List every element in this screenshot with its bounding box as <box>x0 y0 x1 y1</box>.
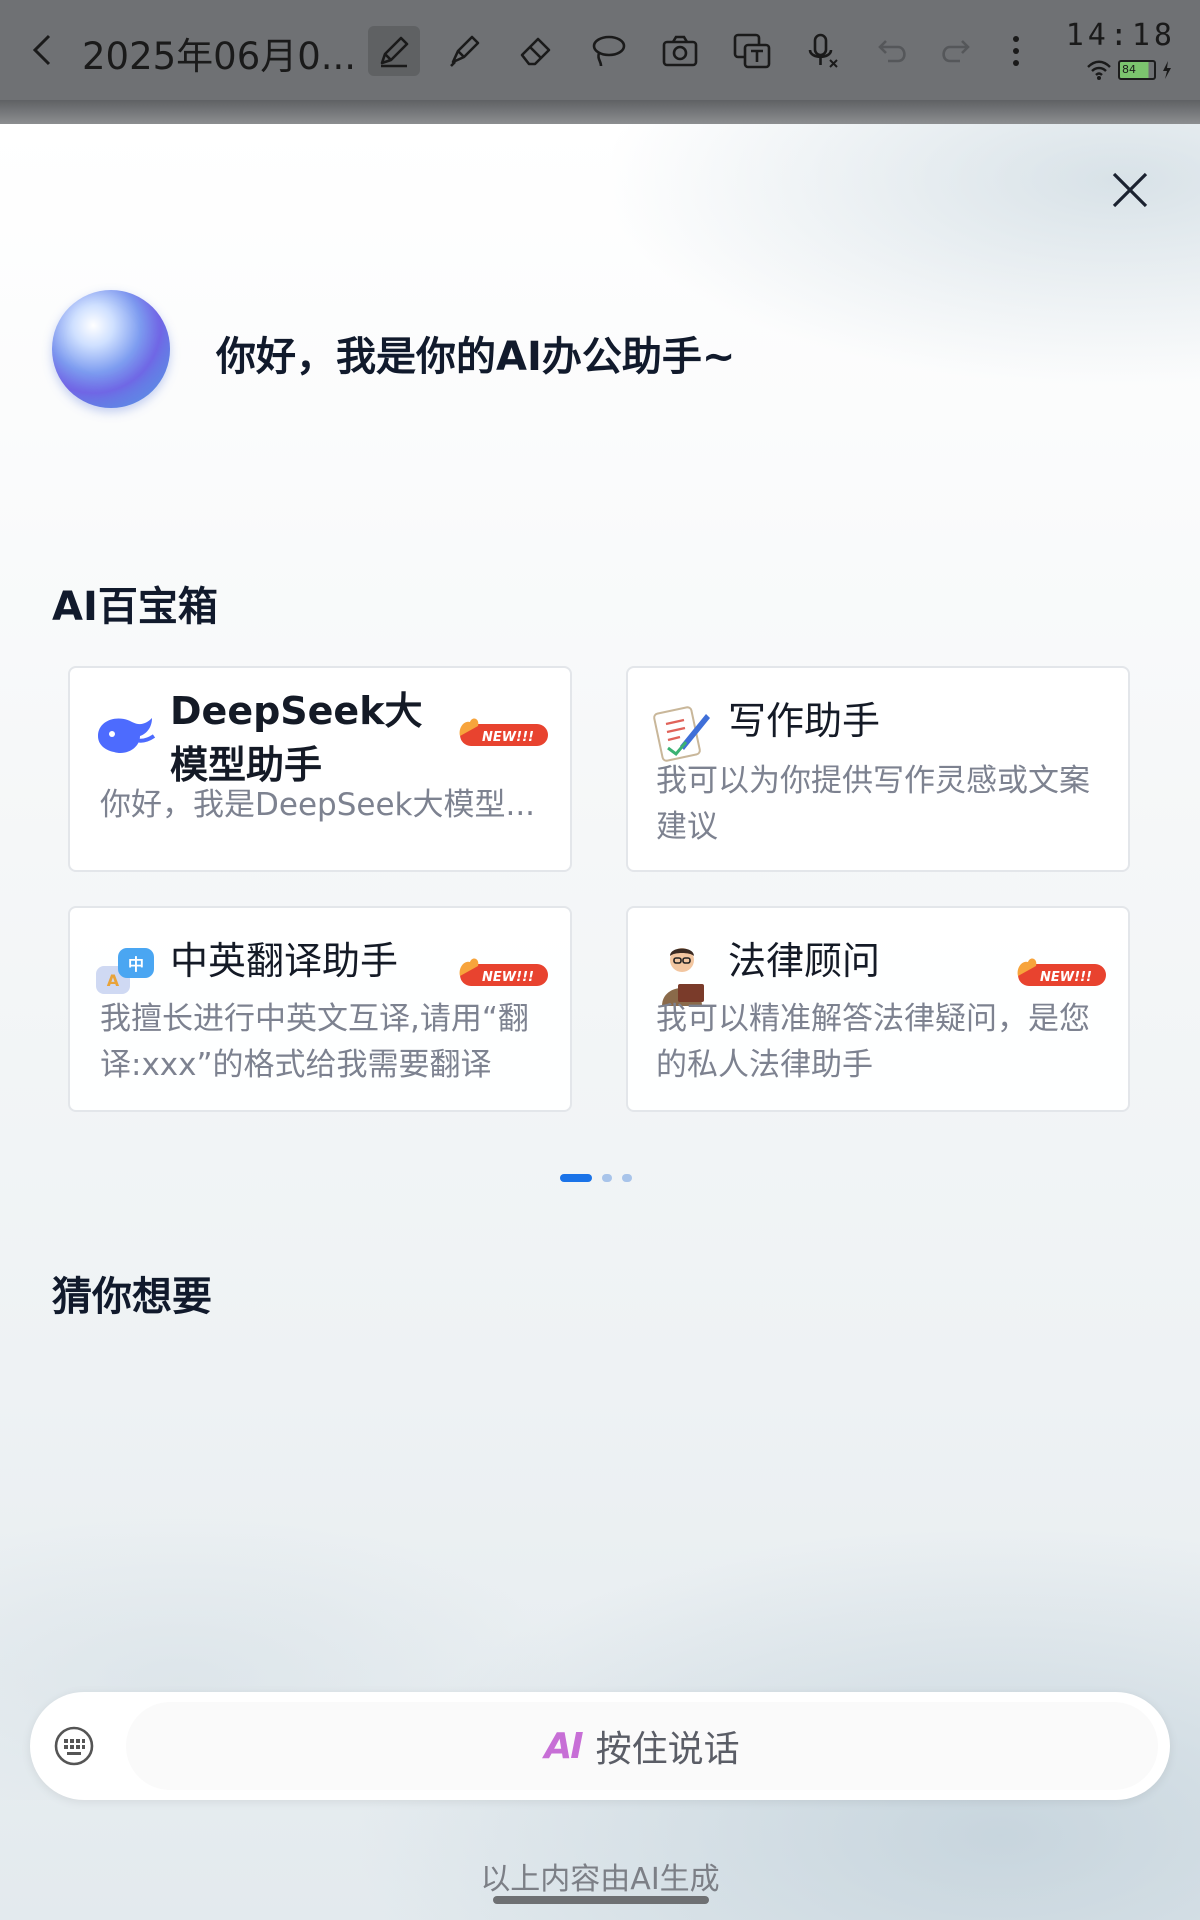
assistant-card-legal[interactable]: 法律顾问 NEW!!! 我可以精准解答法律疑问，是您的私人法律助手 <box>626 906 1130 1112</box>
assistant-card-deepseek[interactable]: DeepSeek大模型助手 NEW!!! 你好，我是DeepSeek大模型... <box>68 666 572 872</box>
top-toolbar: 2025年06月0... 14:18 84 <box>0 0 1200 100</box>
close-icon[interactable] <box>1108 168 1152 212</box>
new-badge: NEW!!! <box>459 718 548 746</box>
undo-button[interactable] <box>868 26 920 76</box>
text-box-icon <box>733 33 771 69</box>
voice-input-icon <box>808 33 838 68</box>
more-icon <box>1013 36 1019 66</box>
page-indicator[interactable] <box>560 1174 632 1182</box>
ai-disclaimer: 以上内容由AI生成 <box>480 1862 720 1897</box>
hold-to-talk-button[interactable]: AI 按住说话 <box>126 1702 1158 1790</box>
badge-label: NEW!!! <box>1040 970 1092 985</box>
card-title: DeepSeek大模型助手 <box>170 689 423 787</box>
ai-mic-icon: AI <box>544 1725 583 1767</box>
more-menu-button[interactable] <box>990 26 1042 76</box>
new-badge: NEW!!! <box>1017 958 1106 986</box>
page-dot-3[interactable] <box>622 1174 632 1182</box>
status-clock: 14:18 <box>1065 18 1176 53</box>
chevron-left-icon <box>32 34 51 66</box>
card-title: 中英翻译助手 <box>170 939 399 983</box>
pen-icon <box>380 36 409 68</box>
card-description: 我可以精准解答法律疑问，是您的私人法律助手 <box>656 1001 1090 1083</box>
document-title[interactable]: 2025年06月0... <box>82 26 372 80</box>
undo-icon <box>878 40 906 63</box>
card-description: 我擅长进行中英文互译,请用“翻译:xxx”的格式给我需要翻译的... <box>100 1001 529 1083</box>
svg-text:中: 中 <box>128 955 144 974</box>
eraser-icon <box>520 37 551 66</box>
toolbox-title: AI百宝箱 <box>52 584 218 630</box>
text-box-tool-button[interactable] <box>726 26 778 76</box>
assistant-avatar <box>52 290 170 408</box>
redo-button[interactable] <box>928 26 980 76</box>
camera-tool-button[interactable] <box>654 26 706 76</box>
card-description: 你好，我是DeepSeek大模型... <box>100 787 536 823</box>
badge-label: NEW!!! <box>482 970 534 985</box>
pen-tool-button[interactable] <box>368 26 420 76</box>
back-button[interactable] <box>22 30 62 70</box>
card-title: 法律顾问 <box>728 939 881 983</box>
hold-to-talk-label: 按住说话 <box>595 1729 740 1770</box>
status-indicators: 84 <box>1086 60 1172 80</box>
charging-icon <box>1163 61 1171 79</box>
card-title: 写作助手 <box>728 699 881 743</box>
lasso-icon <box>592 35 626 67</box>
wifi-icon <box>1087 60 1111 80</box>
lasso-tool-button[interactable] <box>582 26 634 76</box>
card-description: 我可以为你提供写作灵感或文案建议 <box>656 763 1090 845</box>
assistant-card-translation[interactable]: A 中 中英翻译助手 NEW!!! 我擅长进行中英文互译,请用“翻译:xxx”的… <box>68 906 572 1112</box>
highlighter-tool-button[interactable] <box>438 26 490 76</box>
camera-icon <box>662 35 698 67</box>
page-dot-2[interactable] <box>602 1174 612 1182</box>
svg-text:A: A <box>107 971 120 990</box>
battery-level: 84 <box>1118 60 1156 80</box>
page-dot-1[interactable] <box>560 1174 592 1182</box>
toolbar-shadow <box>0 100 1200 124</box>
highlighter-icon <box>450 35 480 67</box>
redo-icon <box>942 40 970 63</box>
assistant-card-writing[interactable]: 写作助手 我可以为你提供写作灵感或文案建议 <box>626 666 1130 872</box>
eraser-tool-button[interactable] <box>510 26 562 76</box>
new-badge: NEW!!! <box>459 958 548 986</box>
assistant-greeting: 你好，我是你的AI办公助手~ <box>216 334 736 380</box>
suggestions-title: 猜你想要 <box>52 1274 212 1320</box>
voice-input-bar: AI 按住说话 <box>30 1692 1170 1800</box>
whale-icon <box>98 718 156 754</box>
ai-assistant-panel: 你好，我是你的AI办公助手~ AI百宝箱 DeepSeek大模型助手 NEW!!… <box>0 124 1200 1920</box>
home-indicator[interactable] <box>493 1896 709 1904</box>
badge-label: NEW!!! <box>482 730 534 745</box>
keyboard-icon[interactable] <box>52 1724 96 1768</box>
voice-input-tool-button[interactable] <box>796 26 848 76</box>
